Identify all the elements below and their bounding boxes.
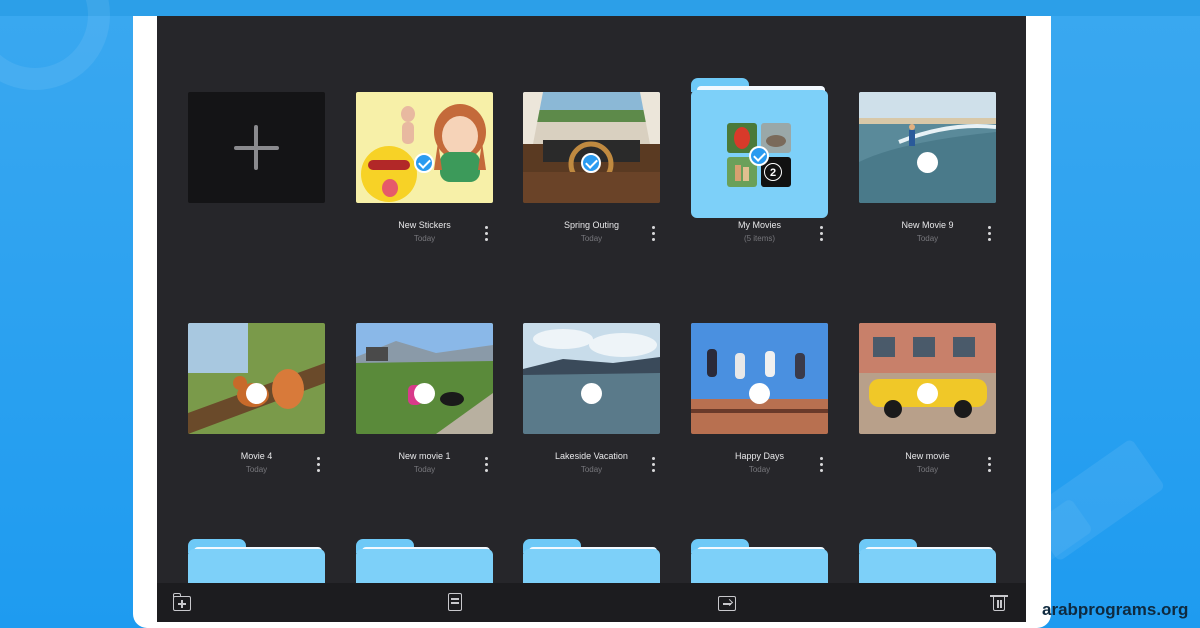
project-thumbnail[interactable]: [356, 323, 493, 434]
play-indicator-icon: [581, 383, 602, 404]
project-title: New movie 1: [398, 451, 451, 461]
project-date: Today: [580, 234, 603, 243]
move-to-folder-icon[interactable]: [718, 593, 738, 613]
project-date: Today: [580, 465, 603, 474]
play-indicator-icon: [414, 383, 435, 404]
selected-check-icon: [749, 146, 769, 166]
project-date: Today: [748, 465, 771, 474]
play-indicator-icon: [749, 383, 770, 404]
trash-icon[interactable]: [990, 593, 1010, 613]
child-dog-thumbnail-image: [356, 323, 493, 434]
project-title: Lakeside Vacation: [555, 451, 628, 461]
squirrel-thumbnail-image: [188, 323, 325, 434]
project-date: Today: [245, 465, 268, 474]
more-options-icon[interactable]: [652, 457, 656, 473]
plus-icon-vertical: [254, 125, 258, 170]
project-title: Spring Outing: [563, 220, 620, 230]
play-indicator-icon: [917, 152, 938, 173]
project-title: Happy Days: [734, 451, 785, 461]
more-options-icon[interactable]: [820, 457, 824, 473]
count-badge: 2: [764, 163, 782, 181]
document-icon[interactable]: [446, 593, 466, 613]
more-options-icon[interactable]: [485, 226, 489, 242]
folder-icon[interactable]: 2: [691, 90, 828, 218]
more-options-icon[interactable]: [652, 226, 656, 242]
top-band: [0, 0, 1200, 16]
project-title: New Stickers: [398, 220, 451, 230]
bottom-toolbar: [157, 583, 1026, 622]
watermark-text: arabprograms.org: [1042, 600, 1189, 619]
project-thumbnail[interactable]: [356, 92, 493, 203]
selected-check-icon: [581, 153, 601, 173]
project-thumbnail[interactable]: [859, 92, 996, 203]
lake-thumbnail-image: [523, 323, 660, 434]
more-options-icon[interactable]: [485, 457, 489, 473]
new-folder-icon[interactable]: [173, 593, 193, 613]
project-thumbnail[interactable]: [523, 323, 660, 434]
more-options-icon[interactable]: [317, 457, 321, 473]
project-date: Today: [916, 465, 939, 474]
project-title: New movie: [905, 451, 950, 461]
folder-title: My Movies: [737, 220, 781, 230]
project-thumbnail[interactable]: [691, 323, 828, 434]
project-date: Today: [413, 465, 436, 474]
selected-check-icon: [414, 153, 434, 173]
water-ski-thumbnail-image: [859, 92, 996, 203]
jumping-people-thumbnail-image: [691, 323, 828, 434]
project-thumbnail[interactable]: [523, 92, 660, 203]
project-date: Today: [413, 234, 436, 243]
more-options-icon[interactable]: [988, 457, 992, 473]
project-date: Today: [916, 234, 939, 243]
new-project-thumbnail[interactable]: [188, 92, 325, 203]
more-options-icon[interactable]: [988, 226, 992, 242]
folder-item-count: (5 items): [743, 234, 776, 243]
project-title: New Movie 9: [901, 220, 954, 230]
project-title: Movie 4: [240, 451, 273, 461]
play-indicator-icon: [246, 383, 267, 404]
background-ring-decoration: [0, 0, 110, 90]
project-browser-screen: New Stickers Today Spring Outing Today 2…: [157, 16, 1026, 622]
yellow-car-thumbnail-image: [859, 323, 996, 434]
project-thumbnail[interactable]: [859, 323, 996, 434]
boat-cockpit-thumbnail-image: [523, 92, 660, 203]
more-options-icon[interactable]: [820, 226, 824, 242]
play-indicator-icon: [917, 383, 938, 404]
project-thumbnail[interactable]: [188, 323, 325, 434]
stickers-thumbnail-image: [356, 92, 493, 203]
